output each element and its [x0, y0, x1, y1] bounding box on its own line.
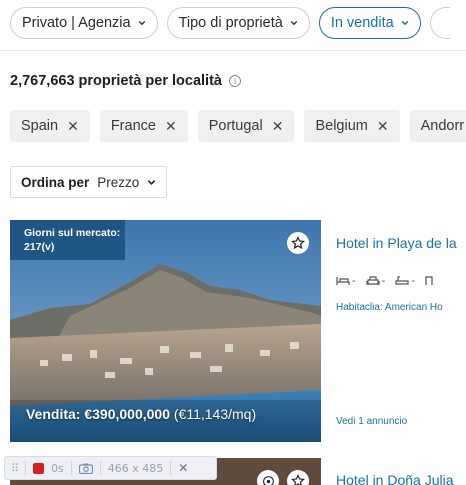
feature-bathrooms: -: [395, 275, 415, 287]
feature-bedrooms: -: [336, 275, 356, 287]
drag-handle-icon[interactable]: ⠿: [11, 462, 19, 475]
country-chips: Spain ✕ France ✕ Portugal ✕ Belgium ✕ Andorr: [10, 110, 466, 142]
share-button[interactable]: [257, 470, 279, 485]
filter-for-sale[interactable]: In vendita: [318, 7, 421, 39]
chip-belgium[interactable]: Belgium ✕: [304, 110, 400, 142]
feature-value: -: [411, 275, 416, 287]
filter-for-sale-label: In vendita: [330, 15, 394, 31]
filter-seller-type[interactable]: Privato | Agenzia: [10, 7, 158, 39]
chevron-down-icon: [401, 20, 409, 26]
door-icon: [425, 276, 433, 285]
price-per-sqm: (€11,143/mq): [173, 406, 257, 422]
chevron-down-icon: [138, 20, 145, 26]
chip-portugal[interactable]: Portugal ✕: [197, 110, 295, 142]
stop-record-icon[interactable]: [33, 462, 45, 474]
listing-features: - - -: [336, 275, 433, 287]
chip-france[interactable]: France ✕: [99, 110, 188, 142]
close-icon[interactable]: ✕: [178, 461, 188, 475]
chip-andorra[interactable]: Andorr: [409, 110, 466, 142]
results-count: 2,767,663 proprietà per località i: [10, 73, 241, 89]
favorite-button[interactable]: [287, 470, 309, 485]
feature-value: -: [352, 275, 356, 287]
star-icon: [291, 236, 305, 250]
divider: [0, 50, 466, 51]
separator: [70, 461, 72, 475]
filter-more[interactable]: [429, 7, 450, 39]
close-icon[interactable]: ✕: [272, 118, 284, 135]
sofa-icon: [366, 276, 380, 285]
chip-spain[interactable]: Spain ✕: [10, 110, 90, 142]
recorder-size: 466 x 485: [107, 461, 164, 475]
favorite-button[interactable]: [287, 232, 309, 254]
listing-title[interactable]: Hotel in Doña Julia: [336, 472, 454, 485]
info-icon[interactable]: i: [228, 75, 241, 87]
close-icon[interactable]: ✕: [165, 118, 177, 135]
feature-value: -: [381, 275, 386, 287]
chevron-down-icon: [148, 179, 156, 185]
results-count-label: 2,767,663 proprietà per località: [10, 73, 222, 89]
feature-more: [425, 276, 433, 286]
separator: [170, 461, 172, 475]
chip-label: Andorr: [420, 118, 465, 134]
filter-seller-type-label: Privato | Agenzia: [22, 15, 131, 31]
camera-icon[interactable]: [78, 463, 93, 474]
chip-label: Spain: [21, 118, 59, 134]
days-on-market-badge: Giorni sul mercato: 217(v): [10, 220, 125, 260]
filter-property-type-label: Tipo di proprietà: [178, 15, 283, 31]
filter-property-type[interactable]: Tipo di proprietà: [166, 7, 310, 39]
feature-rooms: -: [366, 275, 386, 287]
price-value: Vendita: €390,000,000: [26, 406, 170, 422]
close-icon[interactable]: ✕: [377, 118, 389, 135]
chip-label: France: [110, 118, 156, 134]
filter-bar: Privato | Agenzia Tipo di proprietà In v…: [10, 7, 450, 39]
separator: [25, 461, 27, 475]
listing-photo[interactable]: Giorni sul mercato: 217(v) Vendita: €390…: [10, 220, 321, 442]
sort-label: Ordina per: [21, 174, 90, 190]
sort-select[interactable]: Ordina per Prezzo: [10, 166, 168, 198]
bathtub-icon: [395, 276, 409, 285]
recorder-toolbar: ⠿ 0s 466 x 485 ✕: [4, 456, 217, 480]
sort-value: Prezzo: [97, 174, 140, 190]
share-icon: [262, 475, 274, 485]
separator: [99, 461, 101, 475]
close-icon[interactable]: ✕: [67, 118, 79, 135]
chip-label: Belgium: [315, 118, 368, 134]
star-icon: [291, 474, 305, 485]
listing-price: Vendita: €390,000,000 (€11,143/mq): [26, 406, 256, 422]
chip-label: Portugal: [208, 118, 263, 134]
agency-name: Habitaclia: American Ho: [336, 302, 443, 313]
chevron-down-icon: [290, 20, 298, 26]
bed-icon: [336, 277, 350, 285]
see-listing-link[interactable]: Vedi 1 annuncio: [336, 416, 407, 427]
recorder-time: 0s: [51, 461, 64, 475]
listing-title[interactable]: Hotel in Playa de la: [336, 235, 457, 251]
